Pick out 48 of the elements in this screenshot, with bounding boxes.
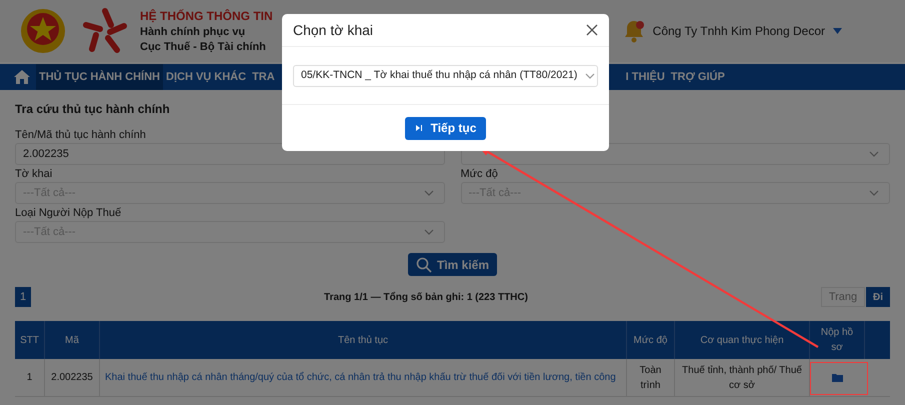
column-header: Tên thủ tục [338, 334, 388, 348]
text-field[interactable]: 2.002235 [15, 143, 444, 165]
caret-icon[interactable] [833, 28, 842, 34]
page-button[interactable]: 1 [15, 287, 31, 307]
nav-link[interactable]: TRA [249, 64, 278, 90]
dialog-title: Chọn tờ khai [293, 20, 374, 40]
record-summary: Trang 1/1 — Tổng số bản ghi: 1 (223 TTHC) [323, 290, 529, 304]
close-icon[interactable] [586, 24, 598, 36]
skip-icon [414, 124, 423, 132]
table-cell-text: 1 [26, 371, 32, 385]
emblem-icon [18, 6, 68, 56]
column-header: Cơ quan thực hiện [700, 334, 784, 348]
site-subtitle: Hành chính phục vụ [140, 25, 246, 40]
field-label: Tờ khai [15, 167, 54, 182]
site-title: HỆ THỐNG THÔNG TIN [140, 8, 273, 25]
nav-link[interactable]: TRỢ GIÚP [668, 64, 728, 90]
go-button[interactable]: Đi [866, 287, 890, 307]
table-cell-text: 2.002235 [51, 371, 93, 385]
home-icon[interactable] [14, 70, 30, 84]
column-header: Nộp hồ sơ [820, 326, 854, 355]
chevron-down-icon [585, 72, 596, 78]
chevron-down-icon [424, 229, 434, 235]
search-icon [416, 256, 432, 272]
continue-button[interactable]: Tiếp tục [404, 116, 486, 140]
column-header: STT [20, 334, 39, 348]
site-subtitle: Cục Thuế - Bộ Tài chính [140, 40, 267, 55]
nav-link[interactable]: DỊCH VỤ KHÁC [163, 64, 250, 90]
table-cell-text: Toàn trình [638, 364, 662, 392]
field-label: Loại Người Nộp Thuế [15, 206, 122, 221]
select-field[interactable]: 05/KK-TNCN _ Tờ khai thuế thu nhập cá nhân (TT80/2021) [293, 64, 598, 86]
procedure-link[interactable]: Khai thuế thu nhập cá nhân tháng/quý của tổ chức, cá nhân trả thu nhập khấu trừ thuế đối với tiền lương, tiền công [105, 370, 616, 385]
folder-icon[interactable] [832, 373, 843, 382]
highlight-frame [810, 362, 868, 395]
column-header: Mã [65, 334, 79, 348]
bell-icon[interactable] [622, 19, 645, 43]
user-name[interactable]: Công Ty Tnhh Kim Phong Decor [652, 22, 825, 40]
field-label: Mức độ [460, 167, 499, 182]
star-logo-icon [80, 6, 130, 56]
search-button[interactable]: Tìm kiếm [408, 253, 498, 276]
page-input[interactable]: Trang [821, 287, 865, 307]
table-cell-text: Thuế tỉnh, thành phố/ Thuế cơ sở [681, 364, 803, 392]
chevron-down-icon [424, 190, 434, 196]
chevron-down-icon [869, 151, 879, 157]
nav-link[interactable]: THỦ TỤC HÀNH CHÍNH [36, 64, 163, 90]
chevron-down-icon [869, 190, 879, 196]
section-heading: Tra cứu thủ tục hành chính [15, 101, 171, 118]
nav-link[interactable]: I THIỆU [622, 64, 668, 90]
column-header: Mức độ [634, 334, 668, 348]
